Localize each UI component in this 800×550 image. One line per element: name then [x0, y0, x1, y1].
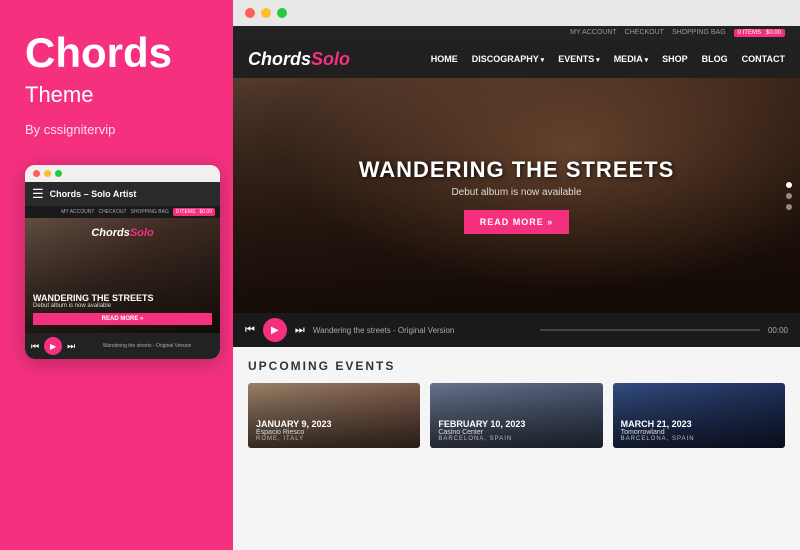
browser-dot-red: [245, 8, 255, 18]
site-nav-top: MY ACCOUNT CHECKOUT SHOPPING BAG 0 ITEMS…: [233, 26, 800, 40]
mobile-logo: ChordsSolo: [91, 223, 153, 241]
mobile-hero: ChordsSolo WANDERING THE STREETS Debut a…: [25, 218, 220, 333]
mobile-hero-sub: Debut album is now available: [33, 303, 212, 309]
nav-shopping-bag[interactable]: SHOPPING BAG: [672, 29, 726, 37]
event-1-date: JANUARY 9, 2023: [256, 419, 412, 429]
mobile-hero-title: WANDERING THE STREETS: [33, 293, 212, 303]
hero-dots: [786, 182, 792, 210]
nav-home[interactable]: HOME: [431, 54, 458, 64]
theme-title: Chords: [25, 30, 205, 76]
nav-discography[interactable]: DISCOGRAPHY: [472, 54, 544, 64]
mobile-checkout: CHECKOUT: [98, 209, 126, 215]
event-1-venue: Espacio Riesco: [256, 429, 412, 436]
audio-player: ⏮ ▶ ⏭ Wandering the streets - Original V…: [233, 313, 800, 347]
site-nav: ChordsSolo HOME DISCOGRAPHY EVENTS MEDIA…: [233, 40, 800, 78]
player-time: 00:00: [768, 326, 788, 335]
event-card-2[interactable]: FEBRUARY 10, 2023 Casino Center BARCELON…: [430, 383, 602, 448]
site-nav-links: HOME DISCOGRAPHY EVENTS MEDIA SHOP BLOG …: [431, 54, 785, 64]
site-logo: ChordsSolo: [248, 49, 350, 70]
mobile-links-bar: MY ACCOUNT CHECKOUT SHOPPING BAG 0 ITEMS…: [25, 206, 220, 218]
browser-dot-yellow: [261, 8, 271, 18]
player-progress-bar[interactable]: [540, 329, 760, 331]
event-1-location: ROME, ITALY: [256, 436, 412, 442]
mobile-player-label: Wandering the streets - Original Version: [80, 343, 214, 349]
nav-blog[interactable]: BLOG: [702, 54, 728, 64]
player-track-label: Wandering the streets - Original Version: [313, 326, 533, 335]
nav-checkout[interactable]: CHECKOUT: [625, 29, 664, 37]
nav-contact[interactable]: CONTACT: [742, 54, 785, 64]
nav-shop[interactable]: SHOP: [662, 54, 688, 64]
right-panel: MY ACCOUNT CHECKOUT SHOPPING BAG 0 ITEMS…: [230, 0, 800, 550]
player-prev-icon[interactable]: ⏮: [245, 324, 255, 337]
event-3-location: BARCELONA, SPAIN: [621, 436, 777, 442]
hero-dot-2[interactable]: [786, 193, 792, 199]
mobile-player: ⏮ ▶ ⏭ Wandering the streets - Original V…: [25, 333, 220, 359]
theme-author: By cssignitervip: [25, 122, 205, 137]
mobile-play-button[interactable]: ▶: [44, 337, 62, 355]
nav-events[interactable]: EVENTS: [558, 54, 599, 64]
events-section: UPCOMING EVENTS JANUARY 9, 2023 Espacio …: [233, 347, 800, 550]
mobile-mockup: ☰ Chords – Solo Artist MY ACCOUNT CHECKO…: [25, 165, 220, 359]
events-grid: JANUARY 9, 2023 Espacio Riesco ROME, ITA…: [248, 383, 785, 448]
site-hero: WANDERING THE STREETS Debut album is now…: [233, 78, 800, 313]
hero-subtitle: Debut album is now available: [359, 187, 675, 198]
event-2-date: FEBRUARY 10, 2023: [438, 419, 594, 429]
event-3-date: MARCH 21, 2023: [621, 419, 777, 429]
event-2-venue: Casino Center: [438, 429, 594, 436]
mobile-my-account: MY ACCOUNT: [61, 209, 94, 215]
mobile-shopping-bag: SHOPPING BAG: [131, 209, 169, 215]
hero-read-more-button[interactable]: READ MORE »: [464, 210, 570, 234]
hamburger-icon[interactable]: ☰: [32, 186, 44, 202]
left-panel: Chords Theme By cssignitervip ☰ Chords –…: [0, 0, 230, 550]
hero-content: WANDERING THE STREETS Debut album is now…: [359, 157, 675, 234]
event-2-location: BARCELONA, SPAIN: [438, 436, 594, 442]
nav-cart-count: 0 ITEMS $0.00: [734, 29, 785, 37]
browser-chrome: [233, 0, 800, 26]
mobile-logo-text: ChordsSolo: [91, 227, 153, 239]
mobile-dot-green: [55, 170, 62, 177]
mobile-chrome-dots: [25, 165, 220, 182]
event-card-3[interactable]: MARCH 21, 2023 Tomorrowland BARCELONA, S…: [613, 383, 785, 448]
website-mockup: MY ACCOUNT CHECKOUT SHOPPING BAG 0 ITEMS…: [233, 26, 800, 550]
mobile-prev-icon[interactable]: ⏮: [31, 341, 39, 352]
mobile-bar-title: Chords – Solo Artist: [50, 189, 137, 199]
mobile-dot-yellow: [44, 170, 51, 177]
mobile-read-more-button[interactable]: READ MORE »: [33, 313, 212, 325]
event-card-1[interactable]: JANUARY 9, 2023 Espacio Riesco ROME, ITA…: [248, 383, 420, 448]
events-heading: UPCOMING EVENTS: [248, 359, 785, 373]
nav-my-account[interactable]: MY ACCOUNT: [570, 29, 617, 37]
event-3-venue: Tomorrowland: [621, 429, 777, 436]
mobile-nav-bar: ☰ Chords – Solo Artist: [25, 182, 220, 206]
browser-dot-green: [277, 8, 287, 18]
hero-dot-3[interactable]: [786, 204, 792, 210]
hero-dot-1[interactable]: [786, 182, 792, 188]
player-next-icon[interactable]: ⏭: [295, 324, 305, 337]
nav-media[interactable]: MEDIA: [614, 54, 648, 64]
mobile-next-icon[interactable]: ⏭: [67, 341, 75, 352]
hero-title: WANDERING THE STREETS: [359, 157, 675, 183]
player-play-button[interactable]: ▶: [263, 318, 287, 342]
mobile-dot-red: [33, 170, 40, 177]
theme-subtitle: Theme: [25, 82, 205, 108]
mobile-cart-count: 0 ITEMS $0.00: [173, 208, 215, 216]
